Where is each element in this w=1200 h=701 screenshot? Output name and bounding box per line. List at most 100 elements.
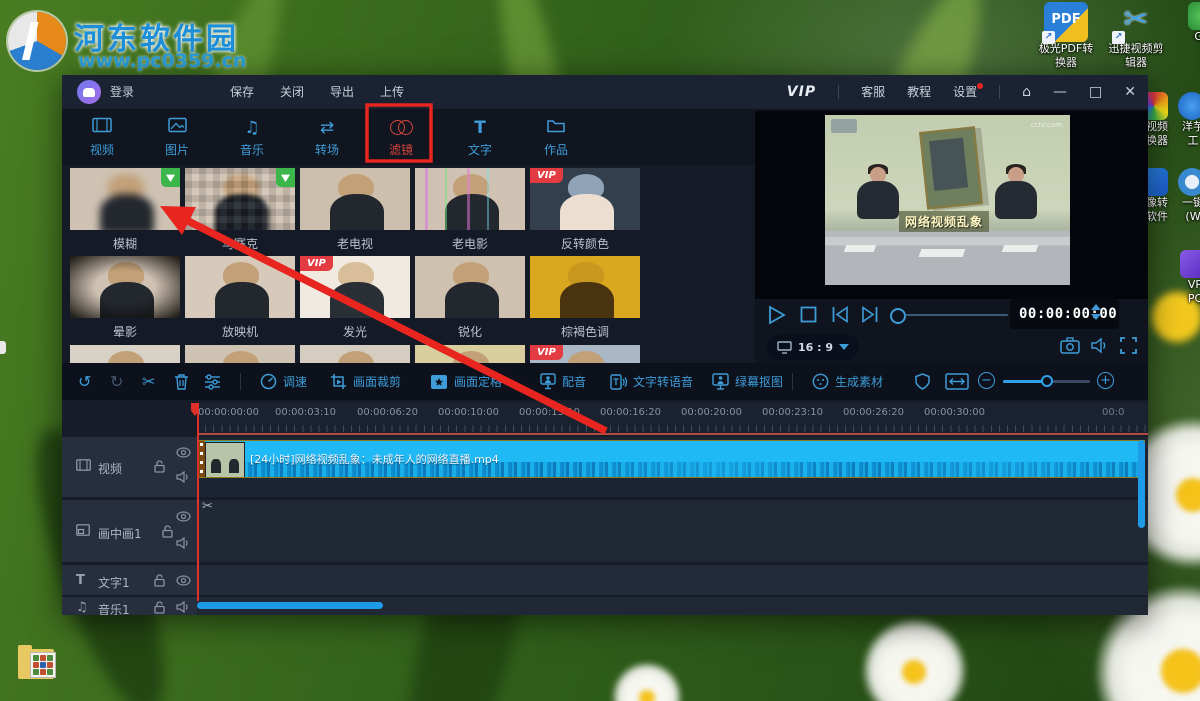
filter-item-vignette[interactable]: 晕影 xyxy=(70,256,180,340)
speaker-icon[interactable] xyxy=(176,536,190,552)
filter-thumbnail[interactable]: VIP xyxy=(300,256,410,318)
playhead-line[interactable] xyxy=(197,403,199,601)
filter-item-partial[interactable] xyxy=(300,345,410,363)
close-button[interactable]: ✕ xyxy=(1124,75,1136,109)
maximize-button[interactable]: □ xyxy=(1089,75,1102,109)
scrubber-track[interactable] xyxy=(905,314,1008,316)
filter-thumbnail[interactable] xyxy=(300,168,410,230)
filter-item-glow[interactable]: VIP 发光 xyxy=(300,256,410,340)
desktop-icon-partial[interactable]: Ge xyxy=(1182,2,1200,44)
video-editor-window: 登录 保存 关闭 导出 上传 VIP 客服 教程 设置 ⌂ — □ ✕ 视频 图… xyxy=(62,75,1148,615)
lock-icon[interactable] xyxy=(162,525,173,541)
tab-works[interactable]: 作品 xyxy=(532,117,580,158)
track-manager-button[interactable] xyxy=(204,363,221,400)
filter-item-partial[interactable] xyxy=(185,345,295,363)
delete-button[interactable] xyxy=(174,363,189,400)
filter-thumbnail[interactable] xyxy=(185,256,295,318)
export-button[interactable]: 导出 xyxy=(330,75,354,109)
speaker-icon[interactable] xyxy=(176,600,190,615)
next-frame-button[interactable] xyxy=(861,305,879,327)
filter-item-projector[interactable]: 放映机 xyxy=(185,256,295,340)
filter-item-old-film[interactable]: 老电影 xyxy=(415,168,525,252)
crop-button[interactable]: 画面裁剪 xyxy=(330,363,401,400)
tutorial-button[interactable]: 教程 xyxy=(907,75,931,109)
desktop-icon-partial[interactable]: 洋芋工 xyxy=(1178,92,1200,148)
lock-icon[interactable] xyxy=(154,601,165,615)
support-button[interactable]: 客服 xyxy=(861,75,885,109)
filter-item-sepia[interactable]: 棕褐色调 xyxy=(530,256,640,340)
redo-button[interactable]: ↻ xyxy=(110,363,123,400)
filter-thumbnail[interactable]: VIP xyxy=(530,168,640,230)
previous-frame-button[interactable] xyxy=(831,305,849,327)
close-project-button[interactable]: 关闭 xyxy=(280,75,304,109)
tab-image[interactable]: 图片 xyxy=(153,117,201,158)
filter-thumbnail[interactable] xyxy=(70,168,180,230)
track-lane-pip[interactable] xyxy=(197,500,1148,562)
eye-icon[interactable] xyxy=(176,447,191,461)
scrubber-handle[interactable] xyxy=(890,308,906,324)
tab-music[interactable]: ♫ 音乐 xyxy=(228,117,276,158)
zoom-in-button[interactable]: + xyxy=(1097,372,1114,389)
app-logo-icon[interactable] xyxy=(77,80,101,104)
play-button[interactable] xyxy=(768,305,786,329)
voiceover-button[interactable]: 配音 xyxy=(540,363,586,400)
split-button[interactable]: ✂ xyxy=(142,363,155,400)
desktop-icon-video-clipper[interactable]: ✂ ↗ 迅捷视频剪 辑器 xyxy=(1105,2,1167,70)
save-button[interactable]: 保存 xyxy=(230,75,254,109)
filter-item-mosaic[interactable]: 马赛克 xyxy=(185,168,295,252)
login-button[interactable]: 登录 xyxy=(110,75,134,109)
filter-thumbnail[interactable] xyxy=(415,256,525,318)
filter-thumbnail[interactable] xyxy=(185,168,295,230)
generate-material-button[interactable]: 生成素材 xyxy=(812,363,883,400)
stop-button[interactable] xyxy=(800,306,817,327)
desktop-icon-pdf-converter[interactable]: PDF ↗ 极光PDF转 换器 xyxy=(1035,2,1097,70)
desktop-folder-icon[interactable] xyxy=(18,645,58,681)
timeline-ruler[interactable]: 00:00:00:00 00:00:03:10 00:00:06:20 00:0… xyxy=(197,403,1148,435)
speaker-icon[interactable] xyxy=(176,470,190,486)
filter-thumbnail[interactable] xyxy=(415,168,525,230)
tab-video[interactable]: 视频 xyxy=(78,117,126,158)
upload-button[interactable]: 上传 xyxy=(380,75,404,109)
desktop-icon-partial[interactable]: 一键 (W xyxy=(1178,168,1200,224)
track-lane-video[interactable]: [24小时]网络视频乱象：未成年人的网络直播.mp4 xyxy=(197,437,1148,497)
green-screen-button[interactable]: 绿幕抠图 xyxy=(712,363,783,400)
filter-item-sharpen[interactable]: 锐化 xyxy=(415,256,525,340)
fullscreen-button[interactable] xyxy=(1120,337,1137,358)
vertical-scrollbar[interactable] xyxy=(1138,440,1145,528)
zoom-out-button[interactable]: − xyxy=(978,372,995,389)
minimize-button[interactable]: — xyxy=(1053,75,1067,109)
speed-button[interactable]: 调速 xyxy=(260,363,307,400)
settings-button[interactable]: 设置 xyxy=(953,75,984,109)
lock-icon[interactable] xyxy=(154,574,165,590)
eye-icon[interactable] xyxy=(176,511,191,525)
filter-item-partial[interactable] xyxy=(415,345,525,363)
track-lane-text[interactable] xyxy=(197,565,1148,595)
home-button[interactable]: ⌂ xyxy=(1022,75,1031,109)
tab-filter[interactable]: 滤镜 xyxy=(377,117,425,158)
filter-item-partial[interactable] xyxy=(70,345,180,363)
filter-item-invert[interactable]: VIP 反转颜色 xyxy=(530,168,640,252)
tab-transition[interactable]: ⇄ 转场 xyxy=(303,117,351,158)
horizontal-scrollbar[interactable] xyxy=(197,602,383,609)
filter-thumbnail[interactable] xyxy=(530,256,640,318)
timecode-stepper[interactable] xyxy=(1091,304,1101,320)
lock-icon[interactable] xyxy=(154,460,165,476)
zoom-slider-handle[interactable] xyxy=(1041,375,1053,387)
tab-text[interactable]: T 文字 xyxy=(456,117,504,158)
aspect-ratio-selector[interactable]: 16 : 9 xyxy=(767,334,860,360)
snapshot-button[interactable] xyxy=(1060,337,1080,358)
protect-button[interactable] xyxy=(915,363,930,400)
undo-button[interactable]: ↺ xyxy=(78,363,91,400)
freeze-frame-button[interactable]: 画面定格 xyxy=(430,363,502,400)
video-clip[interactable]: [24小时]网络视频乱象：未成年人的网络直播.mp4 xyxy=(197,440,1145,478)
filter-item-blur[interactable]: 模糊 xyxy=(70,168,180,252)
text-to-speech-button[interactable]: 文字转语音 xyxy=(610,363,693,400)
vip-button[interactable]: VIP xyxy=(787,84,816,100)
filter-item-partial[interactable]: VIP xyxy=(530,345,640,363)
filter-item-old-tv[interactable]: 老电视 xyxy=(300,168,410,252)
filter-thumbnail[interactable] xyxy=(70,256,180,318)
eye-icon[interactable] xyxy=(176,575,191,589)
fit-timeline-button[interactable] xyxy=(945,363,969,400)
volume-button[interactable] xyxy=(1090,337,1110,358)
desktop-icon-partial[interactable]: VP PC xyxy=(1180,250,1200,306)
